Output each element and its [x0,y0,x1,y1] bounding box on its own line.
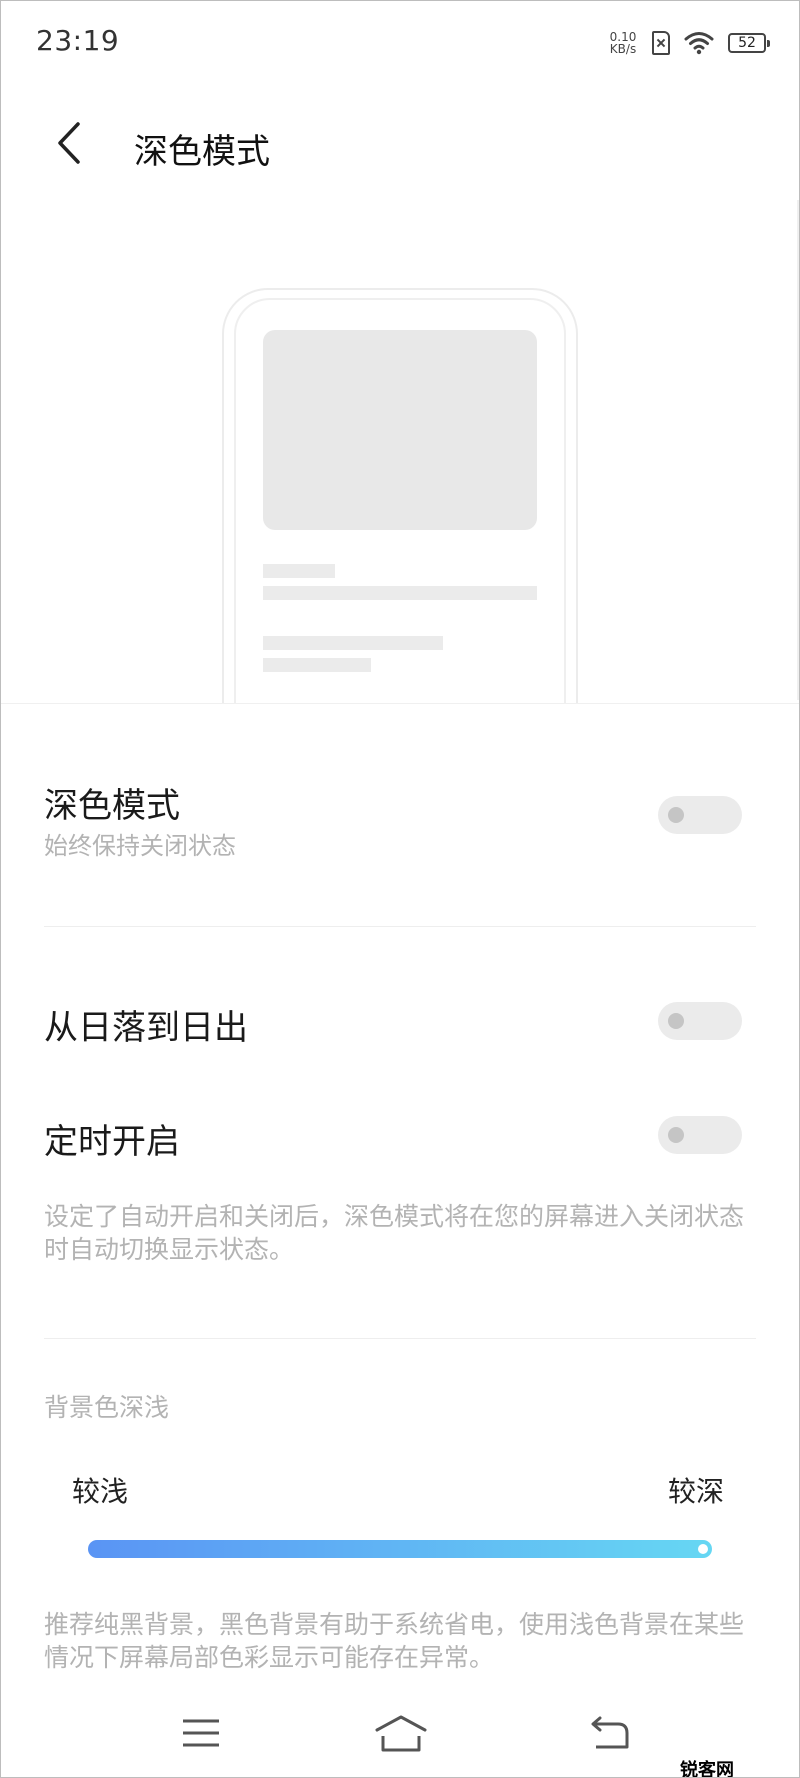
toggle-knob [668,1127,684,1143]
preview-line [263,586,537,600]
network-speed: 0.10 KB/s [608,31,638,55]
wifi-icon [684,32,714,55]
setting-dark-mode-title: 深色模式 [44,786,180,826]
chevron-left-icon[interactable] [50,118,90,168]
setting-dark-mode-subtitle: 始终保持关闭状态 [44,832,236,860]
setting-sunset-title: 从日落到日出 [44,1008,248,1048]
preview-line [263,636,443,650]
dark-mode-toggle[interactable] [658,796,742,834]
preview-line [263,658,371,672]
schedule-note: 设定了自动开启和关闭后，深色模式将在您的屏幕进入关闭状态时自动切换显示状态。 [44,1202,745,1264]
divider [44,926,756,927]
network-speed-unit: KB/s [609,42,637,56]
setting-dark-mode[interactable]: 深色模式 始终保持关闭状态 [0,770,800,890]
home-icon[interactable] [374,1714,428,1754]
slider-max-label: 较深 [668,1475,725,1508]
toggle-knob [668,1013,684,1029]
page-title: 深色模式 [134,132,270,172]
header: 深色模式 [0,96,800,196]
status-time: 23:19 [36,24,120,57]
preview-divider [0,703,800,704]
sunset-to-sunrise-toggle[interactable] [658,1002,742,1040]
scheduled-toggle[interactable] [658,1116,742,1154]
back-icon[interactable] [590,1716,630,1750]
setting-sunset-to-sunrise[interactable]: 从日落到日出 [0,990,800,1050]
background-depth-slider[interactable] [88,1540,712,1558]
background-depth-note: 推荐纯黑背景，黑色背景有助于系统省电，使用浅色背景在某些情况下屏幕局部色彩显示可… [44,1610,745,1672]
toggle-knob [668,807,684,823]
status-bar: 23:19 0.10 KB/s 52 [0,0,800,84]
divider [44,1338,756,1339]
dark-mode-preview-illustration [0,200,800,704]
battery-icon: 52 [728,33,770,53]
background-depth-label: 背景色深浅 [44,1393,170,1422]
status-icons: 0.10 KB/s 52 [608,26,770,60]
sim-error-icon [652,31,670,55]
watermark: 锐客网 [680,1760,734,1778]
preview-line [263,564,335,578]
slider-thumb[interactable] [698,1544,708,1554]
menu-icon[interactable] [182,1718,220,1748]
preview-card [263,330,537,530]
setting-scheduled[interactable]: 定时开启 [0,1106,800,1166]
battery-level: 52 [738,35,756,51]
setting-scheduled-title: 定时开启 [44,1122,180,1162]
slider-min-label: 较浅 [72,1475,129,1508]
